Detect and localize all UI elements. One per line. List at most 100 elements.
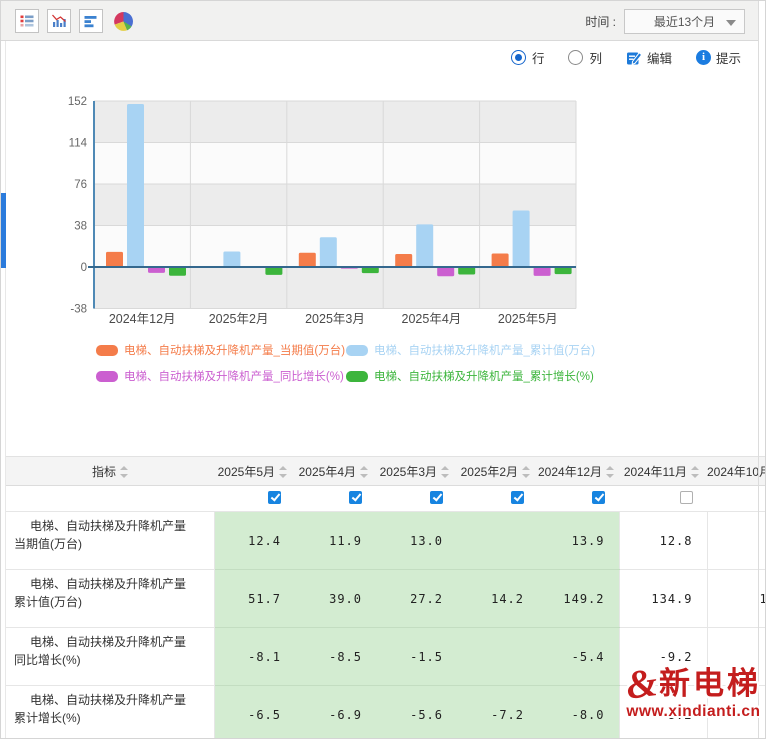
column-checkbox-cell bbox=[295, 486, 376, 512]
orientation-radio-group: 行 列 bbox=[511, 48, 602, 67]
indicator-cell: 电梯、自动扶梯及升降机产量当期值(万台) bbox=[6, 512, 214, 570]
legend-item[interactable]: 电梯、自动扶梯及升降机产量_当期值(万台) bbox=[96, 337, 346, 363]
tip-button[interactable]: 提示 bbox=[696, 48, 741, 67]
legend-label: 电梯、自动扶梯及升降机产量_累计增长(%) bbox=[374, 368, 594, 384]
column-checkbox-cell bbox=[619, 486, 707, 512]
sort-icon bbox=[120, 466, 128, 478]
edit-pencil-icon bbox=[626, 50, 642, 66]
svg-text:152: 152 bbox=[68, 96, 87, 108]
time-range-value: 最近13个月 bbox=[654, 13, 715, 30]
svg-text:2024年12月: 2024年12月 bbox=[109, 312, 176, 326]
column-header[interactable]: 2025年5月 bbox=[214, 457, 295, 486]
column-checkbox-cell bbox=[538, 486, 619, 512]
column-header[interactable]: 2025年2月 bbox=[457, 457, 538, 486]
bar-1-0 bbox=[127, 104, 144, 267]
watermark-logo: 新电梯 www.xindianti.cn bbox=[626, 667, 761, 721]
value-cell: 11.9 bbox=[295, 512, 376, 570]
svg-text:114: 114 bbox=[69, 138, 88, 150]
value-cell: -8.0 bbox=[538, 686, 619, 739]
chart-legend: 电梯、自动扶梯及升降机产量_当期值(万台) 电梯、自动扶梯及升降机产量_累计值(万… bbox=[96, 337, 736, 389]
radio-row-label: 行 bbox=[532, 48, 545, 67]
bar-line-chart-icon[interactable] bbox=[47, 9, 71, 33]
value-cell: 14.2 bbox=[457, 570, 538, 628]
time-range-label: 时间 : bbox=[585, 13, 616, 30]
value-cell: 134.9 bbox=[619, 570, 707, 628]
checkbox-row-spacer bbox=[6, 486, 214, 512]
column-header[interactable]: 2025年3月 bbox=[376, 457, 457, 486]
bar-3-1 bbox=[265, 267, 282, 275]
bar-2-3 bbox=[437, 267, 454, 276]
indicator-label-line2: 同比增长(%) bbox=[6, 651, 214, 669]
legend-swatch bbox=[96, 345, 118, 356]
svg-text:2025年5月: 2025年5月 bbox=[498, 312, 558, 326]
value-cell: -6.5 bbox=[214, 686, 295, 739]
legend-swatch bbox=[346, 345, 368, 356]
value-cell: 27.2 bbox=[376, 570, 457, 628]
bar-3-0 bbox=[169, 267, 186, 276]
indicator-label-line2: 累计值(万台) bbox=[6, 593, 214, 611]
column-checkbox[interactable] bbox=[511, 491, 524, 504]
bar-0-3 bbox=[395, 254, 412, 267]
radio-column-label: 列 bbox=[589, 48, 602, 67]
value-cell: 51.7 bbox=[214, 570, 295, 628]
value-cell: 12.4 bbox=[214, 512, 295, 570]
svg-text:2025年2月: 2025年2月 bbox=[209, 312, 269, 326]
column-header[interactable]: 2025年4月 bbox=[295, 457, 376, 486]
sort-icon bbox=[691, 466, 699, 478]
value-cell: -7.2 bbox=[457, 686, 538, 739]
pie-chart-glyph bbox=[113, 11, 134, 32]
svg-text:0: 0 bbox=[81, 262, 87, 274]
value-cell: -1.5 bbox=[376, 628, 457, 686]
indicator-header[interactable]: 指标 bbox=[6, 457, 214, 486]
value-cell: 12.8 bbox=[619, 512, 707, 570]
content-right-divider bbox=[758, 1, 759, 739]
edit-button-label: 编辑 bbox=[647, 48, 672, 67]
horizontal-bars-icon[interactable] bbox=[79, 9, 103, 33]
legend-swatch bbox=[346, 371, 368, 382]
legend-item[interactable]: 电梯、自动扶梯及升降机产量_累计增长(%) bbox=[346, 363, 594, 389]
column-header[interactable]: 2024年12月 bbox=[538, 457, 619, 486]
bar-1-4 bbox=[513, 211, 530, 267]
bar-1-2 bbox=[320, 237, 337, 267]
sort-icon bbox=[522, 466, 530, 478]
watermark-brand-row: 新电梯 bbox=[626, 667, 761, 701]
legend-swatch bbox=[96, 371, 118, 382]
time-range-select[interactable]: 最近13个月 bbox=[624, 9, 745, 34]
legend-label: 电梯、自动扶梯及升降机产量_同比增长(%) bbox=[124, 368, 344, 384]
side-panel-handle[interactable] bbox=[1, 193, 6, 268]
edit-button[interactable]: 编辑 bbox=[626, 48, 672, 67]
column-checkbox[interactable] bbox=[349, 491, 362, 504]
time-range-control: 时间 : 最近13个月 bbox=[585, 1, 745, 41]
value-cell: -8.1 bbox=[214, 628, 295, 686]
legend-item[interactable]: 电梯、自动扶梯及升降机产量_累计值(万台) bbox=[346, 337, 595, 363]
toolbar-icons bbox=[15, 9, 135, 33]
indicator-cell: 电梯、自动扶梯及升降机产量同比增长(%) bbox=[6, 628, 214, 686]
info-icon bbox=[696, 50, 711, 65]
bar-0-0 bbox=[106, 252, 123, 267]
value-cell: 13.0 bbox=[376, 512, 457, 570]
table-row: 电梯、自动扶梯及升降机产量当期值(万台)12.411.913.013.912.8 bbox=[6, 512, 766, 570]
column-checkbox[interactable] bbox=[430, 491, 443, 504]
value-cell: 149.2 bbox=[538, 570, 619, 628]
table-row: 电梯、自动扶梯及升降机产量累计值(万台)51.739.027.214.2149.… bbox=[6, 570, 766, 628]
legend-item[interactable]: 电梯、自动扶梯及升降机产量_同比增长(%) bbox=[96, 363, 346, 389]
bar-3-4 bbox=[555, 267, 572, 274]
legend-list-icon[interactable] bbox=[15, 9, 39, 33]
bar-1-3 bbox=[416, 224, 433, 267]
radio-selected-icon bbox=[511, 50, 526, 65]
bar-0-4 bbox=[492, 253, 509, 267]
svg-text:2025年4月: 2025年4月 bbox=[402, 312, 462, 326]
radio-row-option[interactable]: 行 bbox=[511, 48, 545, 67]
value-cell bbox=[457, 512, 538, 570]
svg-text:38: 38 bbox=[74, 221, 87, 233]
column-header[interactable]: 2024年11月 bbox=[619, 457, 707, 486]
value-cell: -5.6 bbox=[376, 686, 457, 739]
legend-label: 电梯、自动扶梯及升降机产量_累计值(万台) bbox=[374, 342, 595, 358]
column-checkbox[interactable] bbox=[268, 491, 281, 504]
bar-line-chart-glyph bbox=[51, 13, 67, 29]
radio-column-option[interactable]: 列 bbox=[568, 48, 602, 67]
column-checkbox[interactable] bbox=[680, 491, 693, 504]
pie-chart-icon[interactable] bbox=[111, 9, 135, 33]
sort-icon bbox=[441, 466, 449, 478]
column-checkbox[interactable] bbox=[592, 491, 605, 504]
